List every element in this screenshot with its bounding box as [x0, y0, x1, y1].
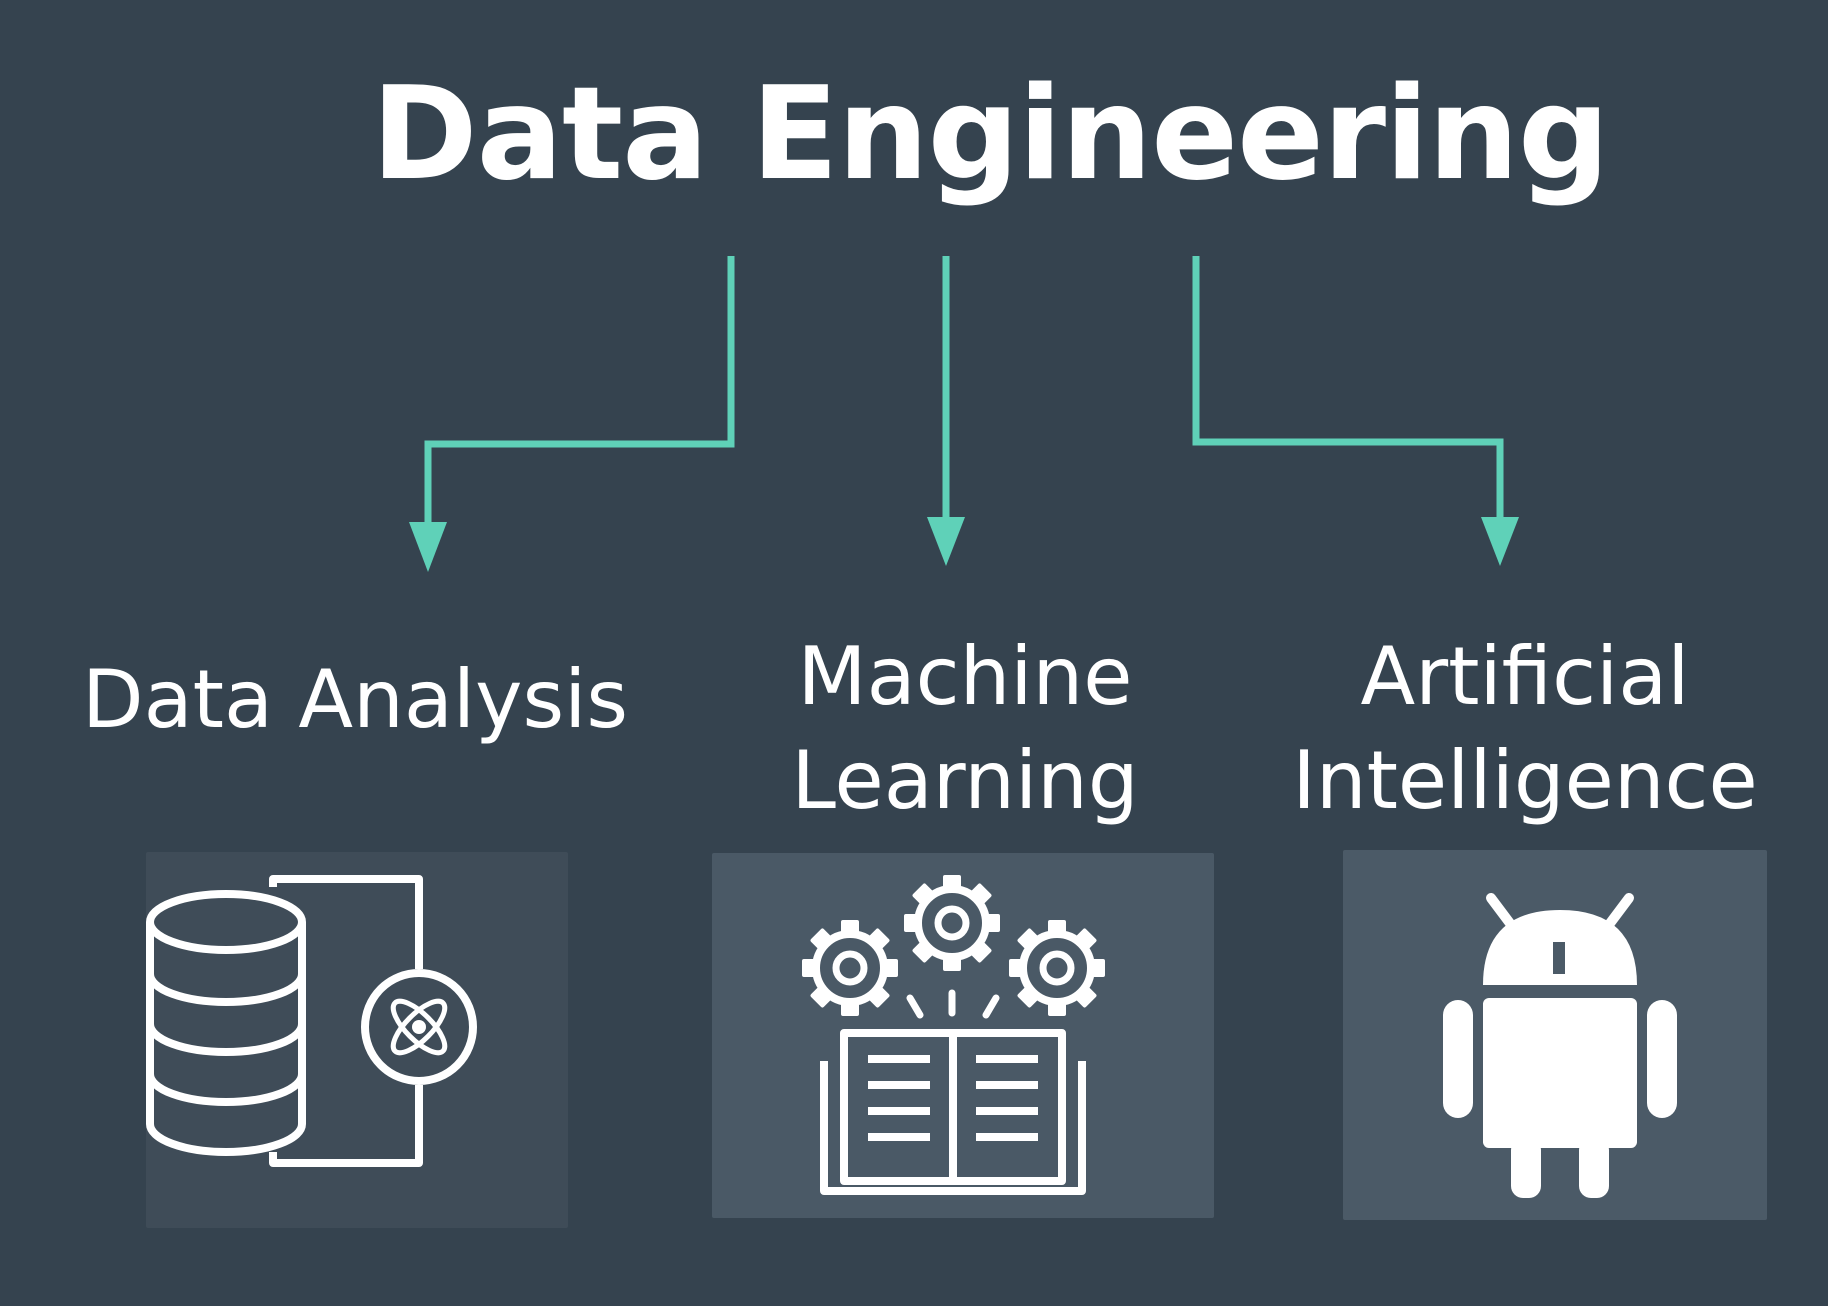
arrowhead-data-analysis [409, 522, 447, 572]
android-robot-icon [1443, 893, 1677, 1198]
arrow-to-data-analysis [424, 256, 735, 525]
card-artificial-intelligence [1343, 850, 1767, 1220]
gears-book-icon [712, 853, 1214, 1195]
label-machine-learning: Machine Learning [791, 630, 1139, 827]
database-atom-icon [146, 875, 477, 1167]
label-artificial-intelligence: Artificial Intelligence [1292, 630, 1758, 827]
card-machine-learning [712, 853, 1214, 1218]
label-data-analysis: Data Analysis [81, 653, 629, 746]
arrowhead-machine-learning [927, 517, 965, 566]
arrow-to-artificial-intelligence [1192, 256, 1504, 520]
arrowhead-artificial-intelligence [1481, 517, 1519, 566]
card-data-analysis [146, 852, 568, 1228]
